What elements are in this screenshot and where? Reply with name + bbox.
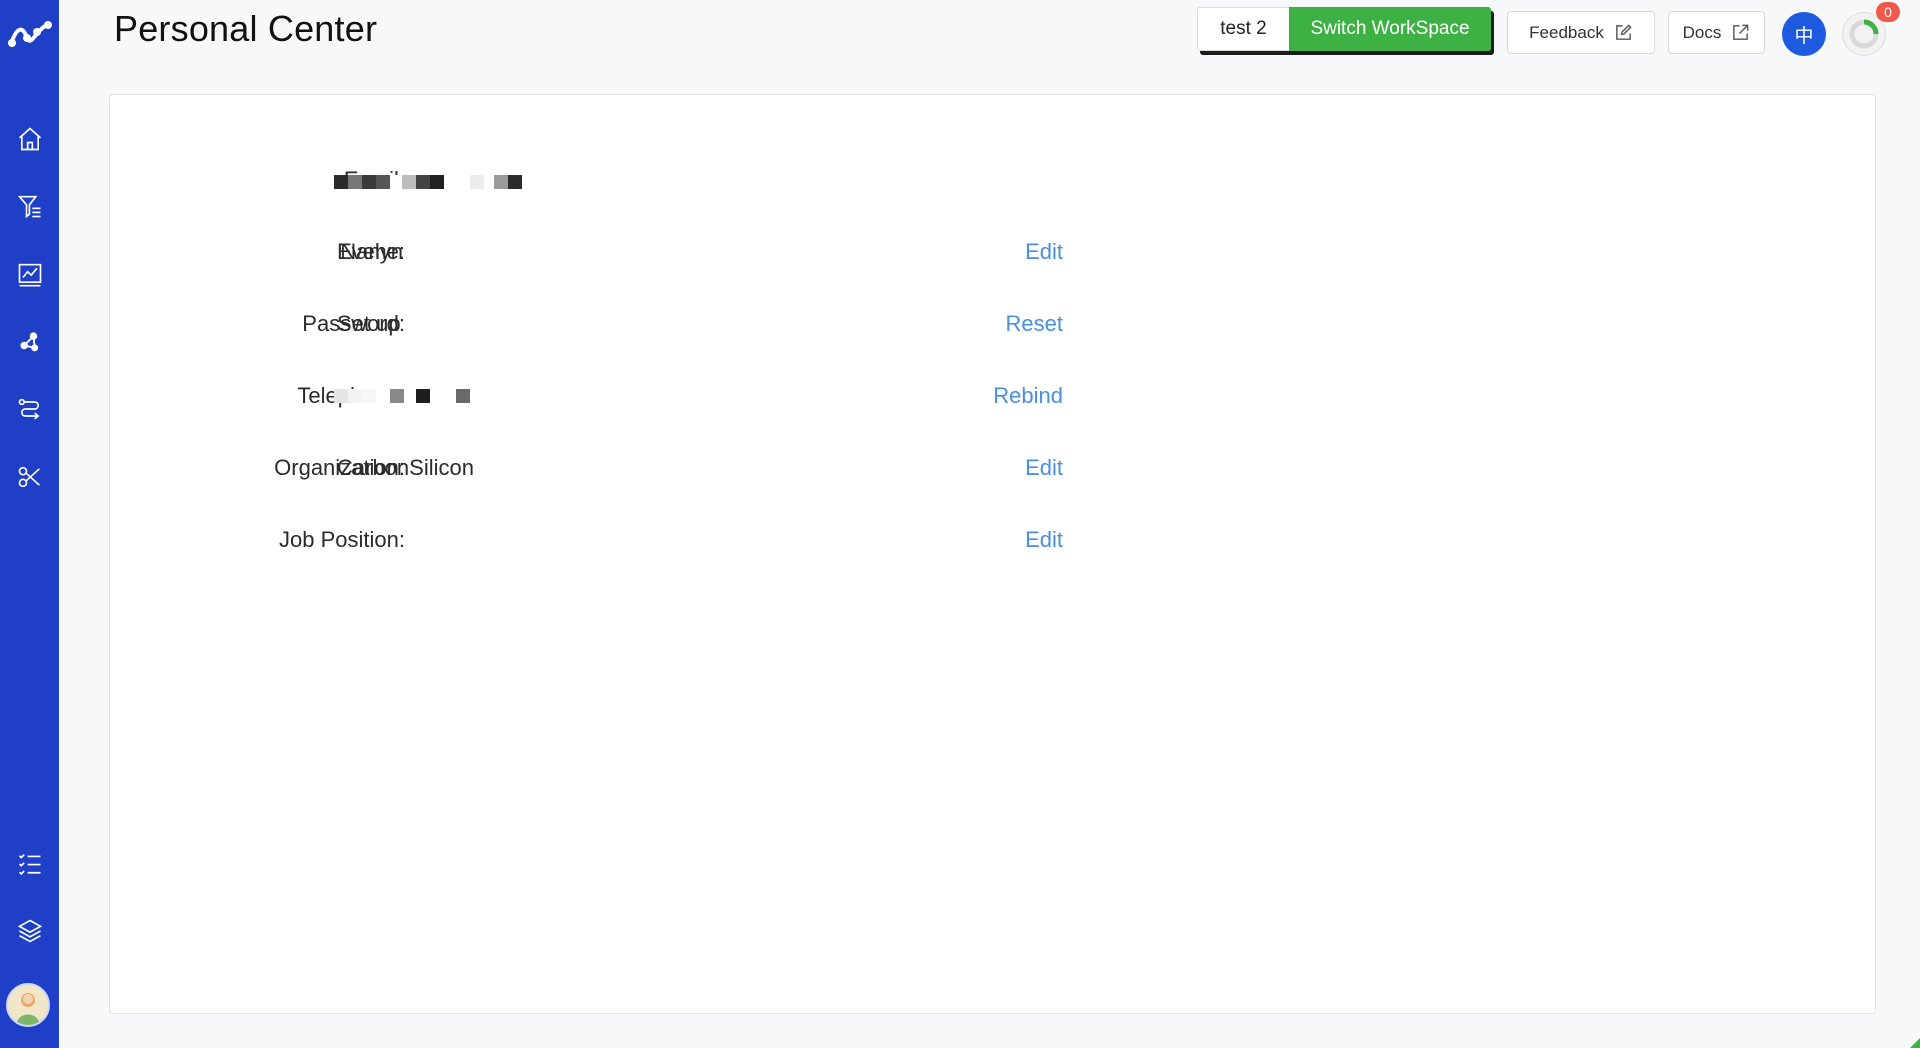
name-value: Evelyn: [337, 239, 404, 264]
workspace-switcher: test 2 Switch WorkSpace: [1197, 7, 1491, 51]
edit-name-link[interactable]: Edit: [1025, 239, 1063, 265]
telephone-redacted-value: [334, 389, 470, 403]
telephone-row: Telephone: Rebind: [110, 377, 1875, 417]
organization-row: Organization: CarbonSilicon Edit: [110, 449, 1875, 489]
filter-icon[interactable]: [0, 186, 59, 226]
docs-label: Docs: [1682, 22, 1722, 42]
corner-mark: [1910, 1038, 1920, 1048]
edit-external-icon: [1615, 24, 1632, 40]
feedback-label: Feedback: [1529, 22, 1604, 42]
job-position-label: Job Position:: [279, 527, 405, 552]
notification-badge: 0: [1876, 2, 1900, 22]
task-list-icon[interactable]: [0, 844, 59, 884]
loading-ring-icon: [1849, 19, 1879, 49]
edit-job-position-link[interactable]: Edit: [1025, 527, 1063, 553]
logo-icon[interactable]: [0, 12, 59, 56]
language-toggle-button[interactable]: 中: [1782, 12, 1826, 56]
sidebar: [0, 0, 59, 1048]
edit-organization-link[interactable]: Edit: [1025, 455, 1063, 481]
workflow-icon[interactable]: [0, 389, 59, 429]
home-icon[interactable]: [0, 119, 59, 159]
workspace-name: test 2: [1197, 7, 1289, 51]
feedback-button[interactable]: Feedback: [1507, 11, 1655, 54]
job-position-row: Job Position: Edit: [110, 521, 1875, 561]
avatar[interactable]: [6, 983, 50, 1027]
external-link-icon: [1733, 24, 1749, 40]
personal-info-card: Email: Name: Evelyn Edit Password: Set u…: [109, 94, 1876, 1014]
switch-workspace-button[interactable]: Switch WorkSpace: [1289, 7, 1491, 51]
tools-icon[interactable]: [0, 457, 59, 497]
name-row: Name: Evelyn Edit: [110, 233, 1875, 273]
password-value: Set up: [337, 311, 401, 336]
chart-icon[interactable]: [0, 254, 59, 294]
layers-icon[interactable]: [0, 911, 59, 951]
rebind-telephone-link[interactable]: Rebind: [993, 383, 1063, 409]
docs-button[interactable]: Docs: [1668, 11, 1765, 54]
password-row: Password: Set up Reset: [110, 305, 1875, 345]
email-row: Email:: [110, 161, 1875, 201]
reset-password-link[interactable]: Reset: [1006, 311, 1063, 337]
molecule-icon[interactable]: [0, 322, 59, 362]
email-redacted-value: [334, 175, 522, 189]
organization-value: CarbonSilicon: [337, 455, 474, 480]
page-title: Personal Center: [114, 8, 378, 49]
